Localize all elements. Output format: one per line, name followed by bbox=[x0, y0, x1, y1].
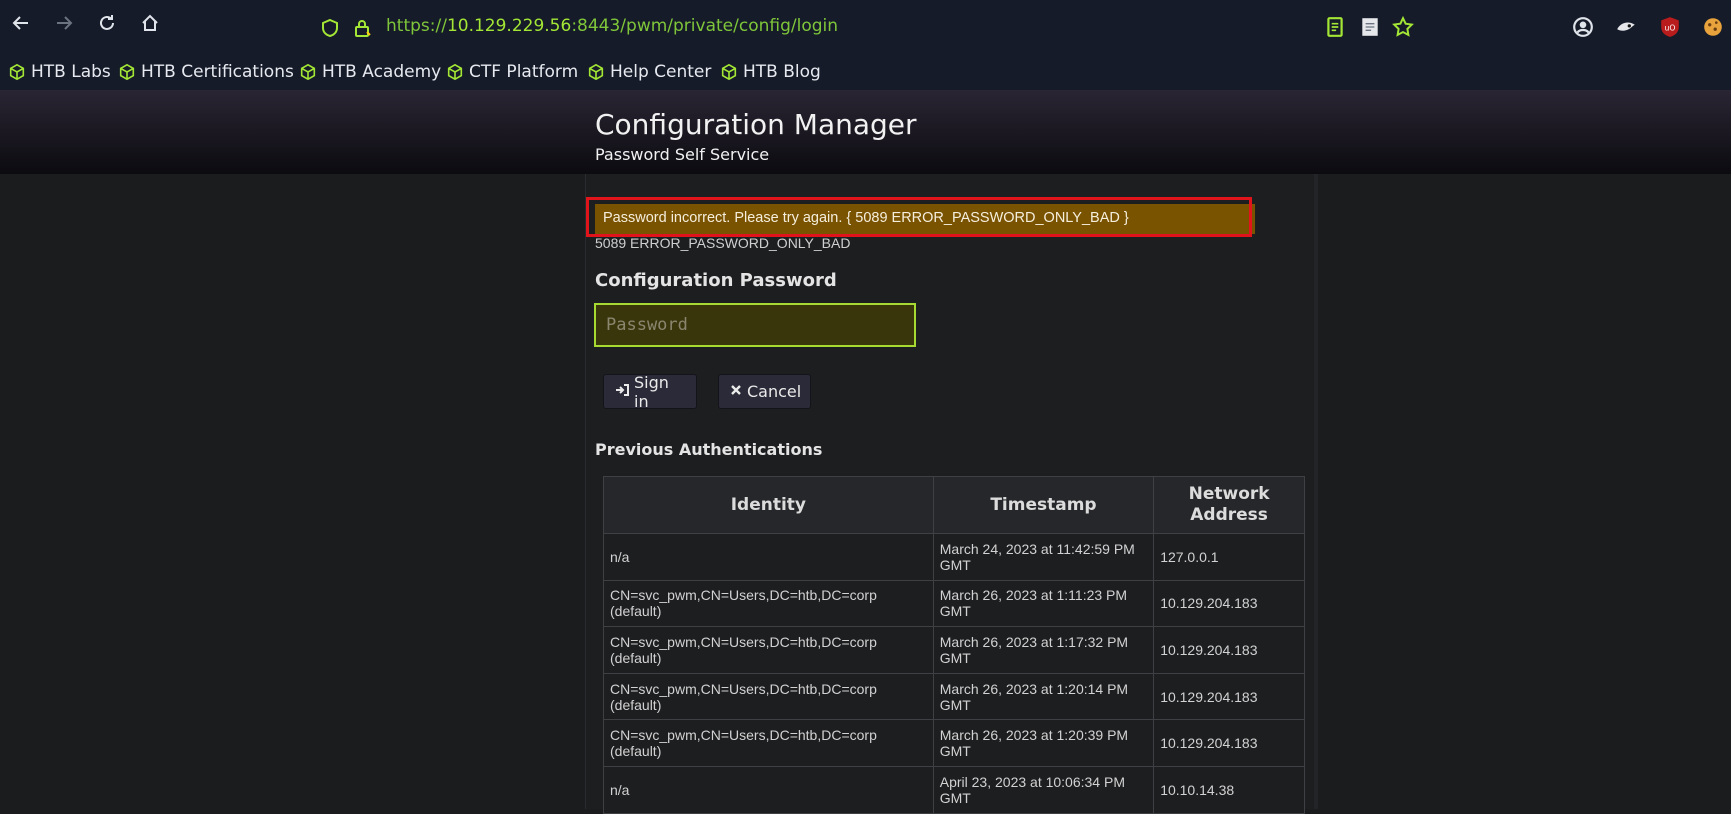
timestamp-cell: April 23, 2023 at 10:06:34 PM GMT bbox=[932, 765, 1155, 814]
url-text[interactable]: https://10.129.229.56:8443/pwm/private/c… bbox=[386, 16, 838, 36]
address-cell: 10.10.14.38 bbox=[1153, 765, 1305, 814]
extension-icon[interactable] bbox=[1615, 16, 1637, 38]
column-header-timestamp: Timestamp bbox=[932, 476, 1155, 534]
url-bar[interactable]: https://10.129.229.56:8443/pwm/private/c… bbox=[310, 12, 1400, 42]
page-header: Configuration Manager Password Self Serv… bbox=[0, 90, 1731, 174]
cube-icon bbox=[9, 63, 25, 81]
column-header-identity: Identity bbox=[603, 476, 934, 534]
authentications-table: Identity Timestamp Network Address n/a M… bbox=[603, 476, 1305, 814]
cube-icon bbox=[447, 63, 463, 81]
table-row: CN=svc_pwm,CN=Users,DC=htb,DC=corp (defa… bbox=[603, 672, 1305, 721]
bookmark-htb-labs[interactable]: HTB Labs bbox=[8, 60, 111, 84]
close-icon bbox=[730, 384, 742, 400]
cancel-button[interactable]: Cancel bbox=[718, 374, 811, 409]
cube-icon bbox=[119, 63, 135, 81]
bookmark-label: HTB Certifications bbox=[141, 62, 294, 82]
table-row: n/a April 23, 2023 at 10:06:34 PM GMT 10… bbox=[603, 765, 1305, 814]
identity-cell: CN=svc_pwm,CN=Users,DC=htb,DC=corp (defa… bbox=[603, 626, 934, 674]
address-cell: 10.129.204.183 bbox=[1153, 672, 1305, 721]
table-row: CN=svc_pwm,CN=Users,DC=htb,DC=corp (defa… bbox=[603, 719, 1305, 767]
password-label: Configuration Password bbox=[595, 270, 837, 291]
cube-icon bbox=[721, 63, 737, 81]
identity-cell: CN=svc_pwm,CN=Users,DC=htb,DC=corp (defa… bbox=[603, 719, 934, 767]
timestamp-cell: March 26, 2023 at 1:20:14 PM GMT bbox=[932, 672, 1155, 721]
bookmark-label: HTB Blog bbox=[743, 62, 821, 82]
page-subtitle: Password Self Service bbox=[595, 145, 770, 164]
timestamp-cell: March 26, 2023 at 1:11:23 PM GMT bbox=[932, 579, 1155, 628]
back-icon[interactable] bbox=[9, 13, 33, 37]
ublock-icon[interactable]: uO bbox=[1659, 16, 1681, 38]
address-cell: 10.129.204.183 bbox=[1153, 719, 1305, 767]
table-row: n/a March 24, 2023 at 11:42:59 PM GMT 12… bbox=[603, 533, 1305, 581]
table-header-row: Identity Timestamp Network Address bbox=[603, 476, 1305, 534]
error-highlight-box bbox=[586, 197, 1252, 237]
bookmarks-bar: HTB Labs HTB Certifications HTB Academy … bbox=[0, 54, 1731, 90]
bookmark-htb-blog[interactable]: HTB Blog bbox=[720, 60, 821, 84]
bookmark-label: HTB Academy bbox=[322, 62, 442, 82]
cube-icon bbox=[588, 63, 604, 81]
bookmark-label: HTB Labs bbox=[31, 62, 111, 82]
error-code: 5089 ERROR_PASSWORD_ONLY_BAD bbox=[595, 235, 851, 251]
account-icon[interactable] bbox=[1572, 16, 1594, 38]
table-row: CN=svc_pwm,CN=Users,DC=htb,DC=corp (defa… bbox=[603, 579, 1305, 628]
sign-in-label: Sign in bbox=[634, 372, 669, 411]
identity-cell: n/a bbox=[603, 765, 934, 814]
cube-icon bbox=[300, 63, 316, 81]
forward-icon[interactable] bbox=[52, 13, 76, 37]
sign-in-icon bbox=[615, 383, 629, 401]
table-row: CN=svc_pwm,CN=Users,DC=htb,DC=corp (defa… bbox=[603, 626, 1305, 674]
timestamp-cell: March 24, 2023 at 11:42:59 PM GMT bbox=[932, 533, 1155, 581]
address-cell: 10.129.204.183 bbox=[1153, 579, 1305, 628]
password-input[interactable] bbox=[594, 303, 916, 347]
star-icon[interactable] bbox=[1392, 16, 1414, 38]
identity-cell: n/a bbox=[603, 533, 934, 581]
bookmark-htb-academy[interactable]: HTB Academy bbox=[299, 60, 441, 84]
previous-authentications-title: Previous Authentications bbox=[595, 440, 823, 459]
reload-icon[interactable] bbox=[95, 13, 119, 37]
bookmark-label: Help Center bbox=[610, 62, 712, 82]
home-icon[interactable] bbox=[138, 13, 162, 37]
lock-icon[interactable] bbox=[352, 18, 372, 38]
column-header-network-address: Network Address bbox=[1153, 476, 1305, 534]
timestamp-cell: March 26, 2023 at 1:20:39 PM GMT bbox=[932, 719, 1155, 767]
identity-cell: CN=svc_pwm,CN=Users,DC=htb,DC=corp (defa… bbox=[603, 579, 934, 628]
bookmark-ctf-platform[interactable]: CTF Platform bbox=[446, 60, 578, 84]
page-title: Configuration Manager bbox=[595, 108, 917, 141]
bookmark-htb-certifications[interactable]: HTB Certifications bbox=[118, 60, 294, 84]
bookmark-label: CTF Platform bbox=[469, 62, 579, 82]
reader-icon[interactable] bbox=[1324, 16, 1346, 38]
svg-text:uO: uO bbox=[1665, 23, 1676, 32]
address-cell: 127.0.0.1 bbox=[1153, 533, 1305, 581]
browser-toolbar: https://10.129.229.56:8443/pwm/private/c… bbox=[0, 0, 1731, 54]
shield-icon[interactable] bbox=[320, 18, 340, 38]
cookie-icon[interactable] bbox=[1702, 16, 1724, 38]
note-icon[interactable] bbox=[1359, 16, 1381, 38]
sign-in-button[interactable]: Sign in bbox=[603, 372, 697, 411]
timestamp-cell: March 26, 2023 at 1:17:32 PM GMT bbox=[932, 626, 1155, 674]
address-cell: 10.129.204.183 bbox=[1153, 626, 1305, 674]
identity-cell: CN=svc_pwm,CN=Users,DC=htb,DC=corp (defa… bbox=[603, 672, 934, 721]
cancel-label: Cancel bbox=[747, 382, 802, 401]
bookmark-help-center[interactable]: Help Center bbox=[587, 60, 711, 84]
